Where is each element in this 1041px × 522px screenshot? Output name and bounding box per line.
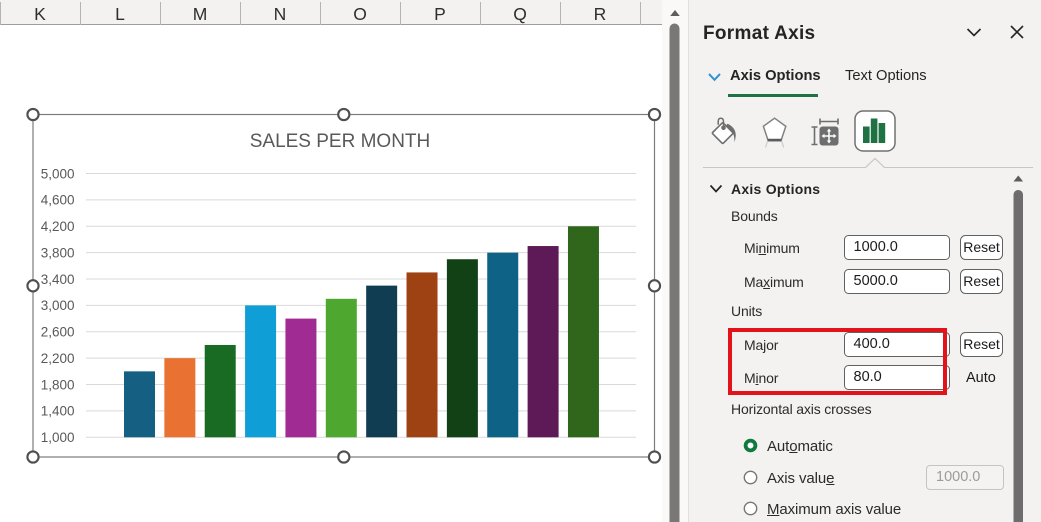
svg-text:1,000: 1,000 xyxy=(41,430,75,445)
svg-text:1,400: 1,400 xyxy=(41,404,75,419)
svg-text:3,800: 3,800 xyxy=(41,245,75,260)
svg-text:3,400: 3,400 xyxy=(41,272,75,287)
svg-text:4,600: 4,600 xyxy=(41,193,75,208)
svg-text:3,000: 3,000 xyxy=(41,298,75,313)
svg-text:2,600: 2,600 xyxy=(41,325,75,340)
svg-text:2,200: 2,200 xyxy=(41,351,75,366)
svg-text:4,200: 4,200 xyxy=(41,219,75,234)
svg-text:SALES PER MONTH: SALES PER MONTH xyxy=(250,131,431,152)
svg-text:1,800: 1,800 xyxy=(41,377,75,392)
svg-text:5,000: 5,000 xyxy=(41,166,75,181)
